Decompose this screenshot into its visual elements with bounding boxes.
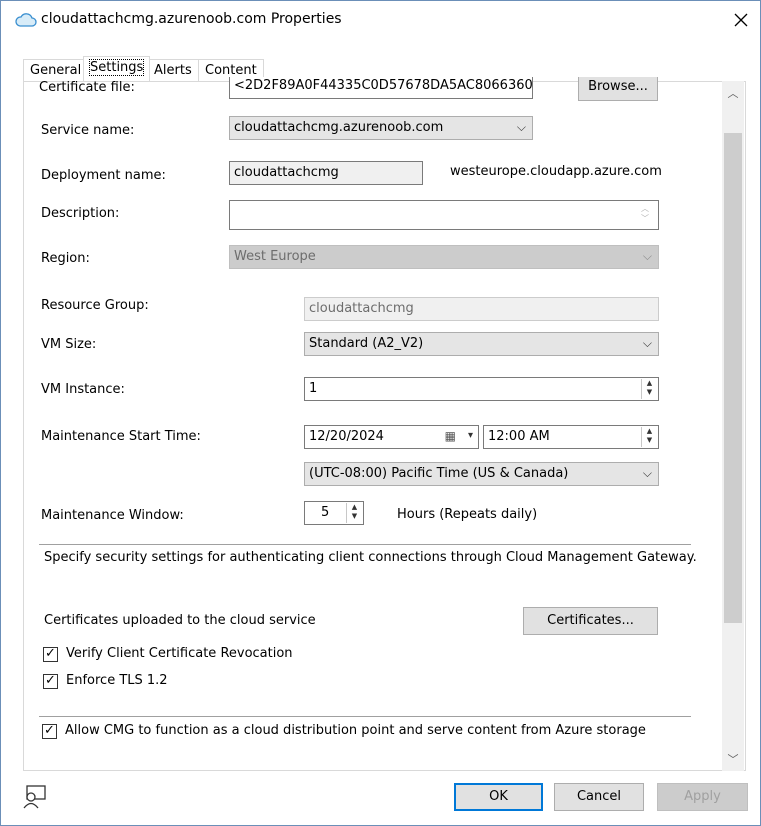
chevron-down-icon: ⌵ <box>642 466 652 480</box>
certificates-label: Certificates uploaded to the cloud servi… <box>44 613 316 628</box>
apply-button[interactable]: Apply <box>657 783 748 811</box>
scroll-up-arrow-icon[interactable]: ︿ <box>724 85 742 103</box>
region-dropdown[interactable]: West Europe ⌵ <box>229 245 659 269</box>
tab-label: General <box>30 63 82 78</box>
maintenance-date-value: 12/20/2024 <box>309 429 384 444</box>
spin-arrows-icon[interactable]: ▲ ▼ <box>641 379 657 399</box>
region-value: West Europe <box>234 249 316 264</box>
close-icon <box>734 13 748 27</box>
vm-size-value: Standard (A2_V2) <box>309 336 424 351</box>
maintenance-time-value: 12:00 AM <box>488 429 550 444</box>
section-divider <box>39 716 691 717</box>
resource-group-label: Resource Group: <box>41 298 149 313</box>
cloud-icon <box>15 13 37 27</box>
verify-revocation-checkbox[interactable]: ✓ <box>43 647 58 662</box>
spin-arrows-icon[interactable]: ▲ ▼ <box>346 503 362 523</box>
service-name-dropdown[interactable]: cloudattachcmg.azurenoob.com ⌵ <box>229 116 533 140</box>
vm-instance-label: VM Instance: <box>41 382 125 397</box>
certificate-file-input[interactable]: <2D2F89A0F44335C0D57678DA5AC8066360B0 <box>229 77 533 99</box>
timezone-dropdown[interactable]: (UTC-08:00) Pacific Time (US & Canada) ⌵ <box>304 462 659 486</box>
deployment-suffix: westeurope.cloudapp.azure.com <box>450 164 662 179</box>
maintenance-window-suffix: Hours (Repeats daily) <box>397 507 538 522</box>
description-spin-icon: ︿ ﹀ <box>641 204 649 223</box>
tab-label: Content <box>205 63 257 78</box>
enforce-tls-checkbox[interactable]: ✓ <box>43 674 58 689</box>
maintenance-window-value: 5 <box>321 505 330 520</box>
allow-cmg-checkbox[interactable]: ✓ <box>42 724 57 739</box>
window-title: cloudattachcmg.azurenoob.com Properties <box>41 11 342 27</box>
properties-window: cloudattachcmg.azurenoob.com Properties … <box>0 0 761 826</box>
scrollbar-thumb[interactable] <box>724 133 742 623</box>
allow-cmg-label: Allow CMG to function as a cloud distrib… <box>65 723 646 738</box>
calendar-icon[interactable]: ▦ <box>445 429 456 443</box>
resource-group-input[interactable]: cloudattachcmg <box>304 297 659 321</box>
region-label: Region: <box>41 251 90 266</box>
ok-button[interactable]: OK <box>454 783 543 811</box>
security-description: Specify security settings for authentica… <box>44 550 697 565</box>
tab-settings[interactable]: Settings <box>83 56 151 81</box>
cancel-button[interactable]: Cancel <box>554 783 644 811</box>
chevron-down-icon: ⌵ <box>516 120 526 134</box>
certificates-button[interactable]: Certificates... <box>523 607 658 635</box>
vm-instance-input[interactable]: 1 ▲ ▼ <box>304 377 659 401</box>
maintenance-date-picker[interactable]: 12/20/2024 ▦ ▾ <box>304 425 479 449</box>
user-console-icon <box>23 785 46 809</box>
maintenance-time-input[interactable]: 12:00 AM ▲ ▼ <box>483 425 659 449</box>
maintenance-start-label: Maintenance Start Time: <box>41 429 201 444</box>
deployment-name-label: Deployment name: <box>41 168 166 183</box>
deployment-name-input[interactable]: cloudattachcmg <box>229 161 423 185</box>
spin-arrows-icon[interactable]: ▲ ▼ <box>641 427 657 447</box>
timezone-value: (UTC-08:00) Pacific Time (US & Canada) <box>309 466 569 481</box>
chevron-down-icon: ⌵ <box>642 336 652 350</box>
verify-revocation-label: Verify Client Certificate Revocation <box>66 646 293 661</box>
enforce-tls-label: Enforce TLS 1.2 <box>66 673 168 688</box>
chevron-down-icon: ⌵ <box>642 249 652 263</box>
vm-size-label: VM Size: <box>41 337 97 352</box>
scroll-down-arrow-icon[interactable]: ﹀ <box>724 751 742 769</box>
close-button[interactable] <box>728 7 754 33</box>
title-bar: cloudattachcmg.azurenoob.com Properties <box>1 1 760 39</box>
vm-size-dropdown[interactable]: Standard (A2_V2) ⌵ <box>304 332 659 356</box>
description-label: Description: <box>41 206 120 221</box>
tab-label: Alerts <box>154 63 192 78</box>
tab-label: Settings <box>88 59 145 76</box>
browse-button[interactable]: Browse... <box>578 77 658 101</box>
tab-general[interactable]: General <box>23 59 89 81</box>
section-divider <box>39 544 691 545</box>
chevron-down-icon[interactable]: ▾ <box>468 430 473 441</box>
vm-instance-value: 1 <box>309 381 318 396</box>
maintenance-window-label: Maintenance Window: <box>41 508 184 523</box>
service-name-value: cloudattachcmg.azurenoob.com <box>234 120 444 135</box>
certificate-file-label: Certificate file: <box>39 80 135 95</box>
maintenance-window-input[interactable]: 5 ▲ ▼ <box>304 501 364 525</box>
description-input[interactable] <box>229 200 659 230</box>
tab-alerts[interactable]: Alerts <box>147 59 199 81</box>
service-name-label: Service name: <box>41 123 135 138</box>
